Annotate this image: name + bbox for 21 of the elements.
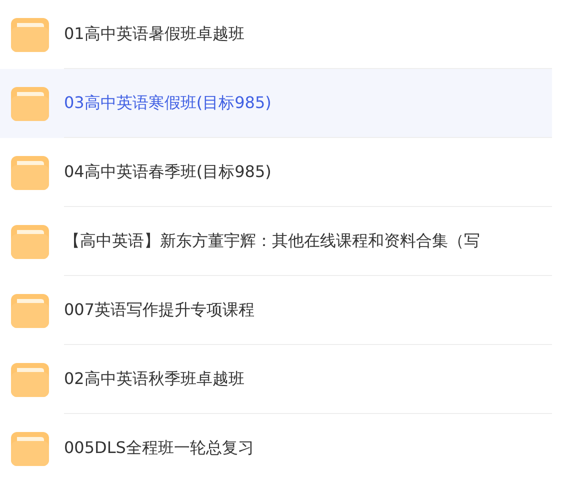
folder-name: 01高中英语暑假班卓越班 bbox=[64, 24, 244, 45]
folder-name: 005DLS全程班一轮总复习 bbox=[64, 438, 254, 459]
folder-icon bbox=[11, 294, 49, 328]
folder-icon bbox=[11, 224, 49, 258]
folder-icon bbox=[11, 86, 49, 120]
folder-icon bbox=[11, 432, 49, 466]
folder-row[interactable]: 007英语写作提升专项课程 bbox=[0, 276, 552, 345]
folder-row[interactable]: 03高中英语寒假班(目标985) bbox=[0, 69, 552, 138]
folder-row[interactable]: 005DLS全程班一轮总复习 bbox=[0, 414, 552, 483]
folder-row[interactable]: 【高中英语】新东方董宇辉：其他在线课程和资料合集（写 bbox=[0, 207, 552, 276]
folder-name: 03高中英语寒假班(目标985) bbox=[64, 93, 272, 114]
folder-row[interactable]: 04高中英语春季班(目标985) bbox=[0, 138, 552, 207]
folder-name: 007英语写作提升专项课程 bbox=[64, 300, 255, 321]
folder-icon bbox=[11, 18, 49, 52]
folder-name: 02高中英语秋季班卓越班 bbox=[64, 369, 244, 390]
folder-row[interactable]: 01高中英语暑假班卓越班 bbox=[0, 0, 552, 69]
folder-row[interactable]: 02高中英语秋季班卓越班 bbox=[0, 345, 552, 414]
folder-name: 【高中英语】新东方董宇辉：其他在线课程和资料合集（写 bbox=[64, 231, 480, 252]
folder-icon bbox=[11, 156, 49, 190]
folder-name: 04高中英语春季班(目标985) bbox=[64, 162, 272, 183]
folder-icon bbox=[11, 362, 49, 396]
